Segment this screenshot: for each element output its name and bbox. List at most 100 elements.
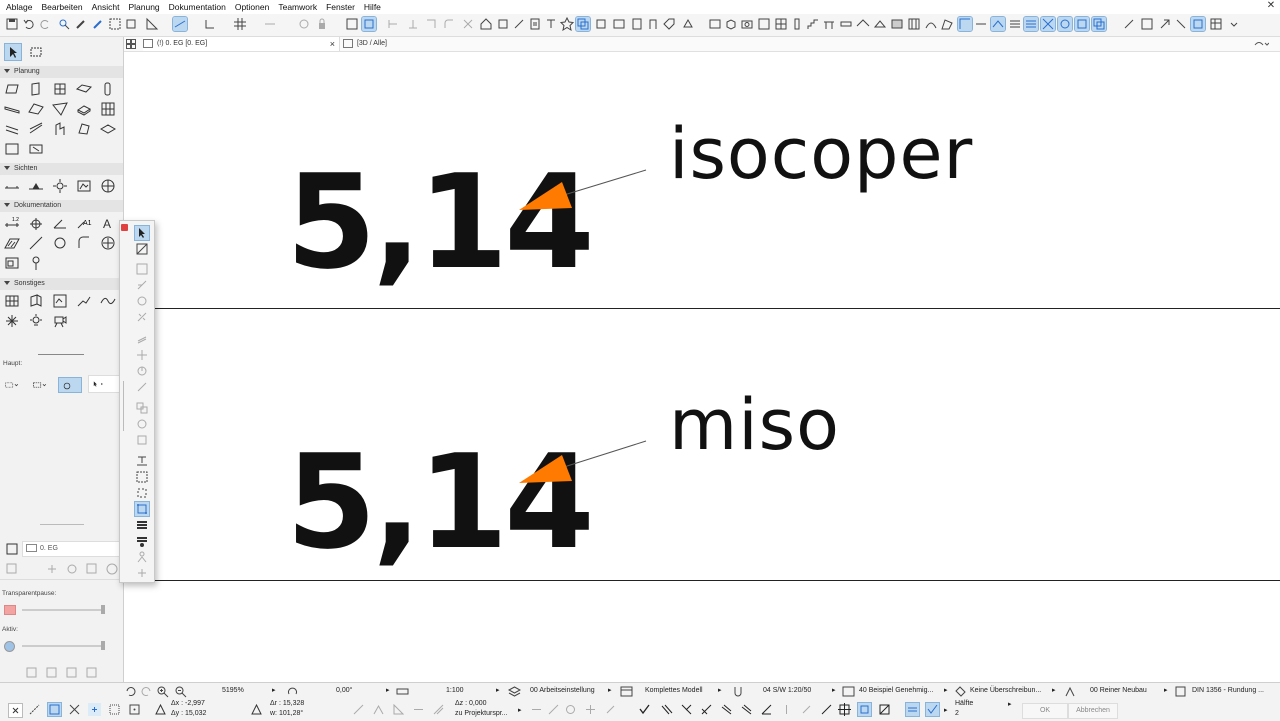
menu-hilfe[interactable]: Hilfe	[359, 2, 385, 12]
constraint-2-icon[interactable]	[372, 703, 385, 716]
float-elevate-icon[interactable]	[135, 332, 149, 346]
menu-dokumentation[interactable]: Dokumentation	[164, 2, 230, 12]
view-mode-icon[interactable]	[957, 16, 973, 32]
object-tool-icon[interactable]	[52, 121, 68, 137]
mesh-tool-icon[interactable]	[100, 121, 116, 137]
renovation-icon[interactable]	[1064, 685, 1077, 698]
half-value[interactable]: 2	[955, 710, 959, 717]
panel-icon[interactable]	[757, 17, 771, 31]
rail-icon[interactable]	[822, 17, 836, 31]
scale-dropdown-icon[interactable]: ▸	[496, 686, 500, 694]
transparent-swatch[interactable]	[4, 605, 16, 615]
tab-3d[interactable]: [3D / Alle]	[343, 37, 387, 51]
aktiv-slider-handle[interactable]	[101, 641, 105, 650]
pick-up-icon[interactable]	[57, 17, 71, 31]
float-explode-icon[interactable]	[135, 433, 149, 447]
view-options-icon[interactable]	[1253, 37, 1270, 51]
tab-grid-icon[interactable]	[126, 37, 136, 51]
half-label[interactable]: Hälfte	[955, 700, 973, 707]
morph-icon[interactable]	[940, 17, 954, 31]
label-tool-icon[interactable]: A1	[76, 215, 92, 231]
bottom-tool-2-icon[interactable]	[44, 665, 60, 681]
model-view-icon[interactable]	[620, 685, 633, 698]
float-frame-icon[interactable]	[135, 486, 149, 500]
float-person-icon[interactable]	[135, 550, 149, 564]
window-close-icon[interactable]: ✕	[1266, 1, 1276, 11]
snap-mode-4-icon[interactable]	[88, 703, 101, 716]
curtain-wall-tool-icon[interactable]	[100, 101, 116, 117]
special-snap-6-icon[interactable]	[878, 703, 891, 716]
beam-tool-icon[interactable]	[4, 101, 20, 117]
haupt-arrow-icon[interactable]	[88, 375, 120, 393]
save-icon[interactable]	[5, 17, 19, 31]
constraint-4-icon[interactable]	[412, 703, 425, 716]
split-icon[interactable]	[1140, 17, 1154, 31]
distribute-icon[interactable]	[406, 17, 420, 31]
level-dimension-tool-icon[interactable]	[28, 215, 44, 231]
more-icon[interactable]	[1227, 17, 1241, 31]
roof-tool-icon[interactable]	[28, 101, 44, 117]
pattern-grid-icon[interactable]	[1040, 16, 1056, 32]
story-tool-1-icon[interactable]	[4, 561, 20, 577]
check-mark-icon[interactable]	[638, 703, 651, 716]
section-planung[interactable]: Planung	[0, 66, 123, 78]
dimension-std-icon[interactable]	[842, 685, 855, 698]
override-icon[interactable]	[954, 685, 967, 698]
cube-icon[interactable]	[724, 17, 738, 31]
pen-set-value[interactable]: 04 S/W 1:20/50	[763, 687, 811, 694]
roof-icon[interactable]	[856, 17, 870, 31]
fill-tool-icon[interactable]	[4, 235, 20, 251]
door-tool-icon[interactable]	[28, 81, 44, 97]
cancel-button[interactable]: Abbrechen	[1068, 703, 1118, 719]
corner-window-tool-icon[interactable]	[52, 293, 68, 309]
snap-mode-1-icon[interactable]	[28, 703, 41, 716]
morph-tool-icon[interactable]	[76, 121, 92, 137]
eyedropper-icon[interactable]	[74, 17, 88, 31]
haupt-rotate-icon[interactable]	[58, 377, 82, 393]
change-marker-tool-icon[interactable]	[28, 255, 44, 271]
angle-w[interactable]: w: 101,28°	[270, 710, 303, 717]
aktiv-swatch[interactable]	[4, 641, 15, 652]
palette-close-icon[interactable]	[121, 224, 128, 231]
ramp-tool-icon[interactable]	[28, 121, 44, 137]
detail-tool-icon[interactable]	[100, 178, 116, 194]
palette-scrollbar[interactable]	[123, 381, 124, 431]
float-text-icon[interactable]	[135, 454, 149, 468]
text-tool-icon[interactable]: A	[100, 215, 116, 231]
favorites-star-icon[interactable]	[560, 17, 574, 31]
pen-set-icon[interactable]	[732, 685, 745, 698]
grid-element-tool-icon[interactable]	[4, 293, 20, 309]
polyline-tool-icon[interactable]	[76, 235, 92, 251]
zoom-value[interactable]: 5195%	[222, 687, 244, 694]
bisector-icon[interactable]	[700, 703, 713, 716]
constraint-6-icon[interactable]	[530, 703, 543, 716]
float-drag-icon[interactable]	[135, 348, 149, 362]
float-rotate-copy-icon[interactable]	[135, 364, 149, 378]
worksheet-tool-icon[interactable]	[76, 178, 92, 194]
transparent-slider[interactable]	[22, 609, 104, 611]
snap-icon[interactable]	[145, 17, 159, 31]
rounding-icon[interactable]	[1174, 685, 1187, 698]
model-view-value[interactable]: Komplettes Modell	[645, 687, 703, 694]
edit-doc-icon[interactable]	[528, 17, 542, 31]
settings-object-icon[interactable]	[681, 17, 695, 31]
float-add-icon[interactable]	[135, 566, 149, 580]
menu-planung[interactable]: Planung	[123, 2, 163, 12]
gravity-icon[interactable]	[203, 17, 217, 31]
story-tool-5-icon[interactable]	[104, 561, 120, 577]
story-field[interactable]: 0. EG	[22, 541, 120, 557]
dimension-std-value[interactable]: 40 Beispiel Genehmig...	[859, 687, 933, 694]
column-icon[interactable]	[790, 17, 804, 31]
layer-dropdown-icon[interactable]: ▸	[608, 686, 612, 694]
tab-close-icon[interactable]: ×	[330, 37, 335, 51]
arrow-up-right-icon[interactable]	[1158, 17, 1172, 31]
fillet-icon[interactable]	[442, 17, 456, 31]
light-tool-icon[interactable]	[28, 313, 44, 329]
lock-icon[interactable]	[315, 17, 329, 31]
override-value[interactable]: Keine Überschreibun...	[970, 687, 1041, 694]
aktiv-slider[interactable]	[22, 645, 104, 647]
trace-icon[interactable]	[263, 17, 277, 31]
half-dropdown-icon[interactable]: ▸	[1008, 700, 1012, 708]
menu-ansicht[interactable]: Ansicht	[87, 2, 124, 12]
snap-mode-5-icon[interactable]	[108, 703, 121, 716]
